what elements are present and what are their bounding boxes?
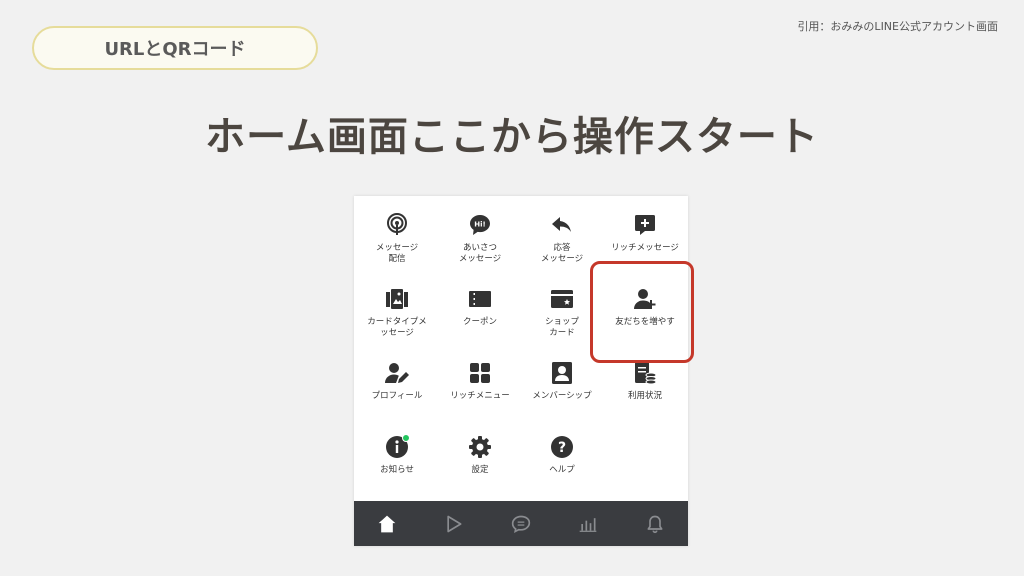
notification-dot <box>402 434 410 442</box>
topic-badge: URLとQRコード <box>32 26 318 70</box>
menu-item-label: お知らせ <box>380 465 414 475</box>
menu-item-rich-menu[interactable]: リッチメニュー <box>439 344 521 416</box>
broadcast-icon <box>384 212 410 238</box>
help-icon: ? <box>549 434 575 460</box>
tab-home[interactable] <box>367 504 407 544</box>
info-icon <box>384 434 410 460</box>
svg-text:Hi!: Hi! <box>474 221 485 229</box>
settings-gear-icon <box>467 434 493 460</box>
membership-icon <box>549 360 575 386</box>
rich-menu-icon <box>467 360 493 386</box>
chat-icon <box>511 515 531 533</box>
menu-item-greeting[interactable]: Hi! あいさつ メッセージ <box>439 196 521 268</box>
citation-text: 引用：おみみのLINE公式アカウント画面 <box>797 20 998 33</box>
menu-item-rich-message[interactable]: リッチメッセージ <box>604 196 686 268</box>
bottom-tab-bar <box>354 501 688 546</box>
menu-item-label: プロフィール <box>371 391 423 401</box>
menu-item-label: メッセージ 配信 <box>375 243 419 264</box>
menu-item-shop-card[interactable]: ショップ カード <box>521 270 603 342</box>
slide-headline: ホーム画面ここから操作スタート <box>205 114 819 160</box>
shop-card-icon <box>549 286 575 312</box>
menu-item-auto-reply[interactable]: 応答 メッセージ <box>521 196 603 268</box>
add-friend-icon <box>632 286 658 312</box>
menu-item-label: あいさつ メッセージ <box>458 243 502 264</box>
tab-play[interactable] <box>434 504 474 544</box>
greeting-bubble-icon: Hi! <box>467 212 493 238</box>
menu-item-label: リッチメニュー <box>450 391 510 401</box>
menu-item-label: ショップ カード <box>544 317 579 338</box>
menu-item-label: 応答 メッセージ <box>540 243 584 264</box>
menu-item-label: 友だちを増やす <box>615 317 675 327</box>
coupon-icon <box>467 286 493 312</box>
tab-notifications[interactable] <box>635 504 675 544</box>
rich-message-icon <box>632 212 658 238</box>
reply-arrow-icon <box>549 212 575 238</box>
phone-screenshot: メッセージ 配信 Hi! あいさつ メッセージ 応答 メッセージ リッチメッセー… <box>354 196 688 546</box>
menu-item-settings[interactable]: 設定 <box>439 418 521 490</box>
menu-item-label: カードタイプメ ッセージ <box>367 317 427 338</box>
bell-icon <box>647 515 663 533</box>
menu-item-help[interactable]: ? ヘルプ <box>521 418 603 490</box>
menu-item-label: メンバーシップ <box>532 391 592 401</box>
menu-item-label: 設定 <box>471 465 489 475</box>
menu-grid: メッセージ 配信 Hi! あいさつ メッセージ 応答 メッセージ リッチメッセー… <box>354 196 688 501</box>
tab-analytics[interactable] <box>568 504 608 544</box>
home-icon <box>379 515 396 532</box>
tab-chat[interactable] <box>501 504 541 544</box>
menu-item-membership[interactable]: メンバーシップ <box>521 344 603 416</box>
svg-text:?: ? <box>558 440 566 456</box>
menu-item-label: 利用状況 <box>627 391 662 401</box>
menu-item-broadcast[interactable]: メッセージ 配信 <box>356 196 438 268</box>
usage-icon <box>632 360 658 386</box>
profile-edit-icon <box>384 360 410 386</box>
menu-item-usage[interactable]: 利用状況 <box>604 344 686 416</box>
chart-icon <box>579 517 597 532</box>
menu-item-card-message[interactable]: カードタイプメ ッセージ <box>356 270 438 342</box>
menu-item-label: クーポン <box>462 317 497 327</box>
menu-item-coupon[interactable]: クーポン <box>439 270 521 342</box>
menu-item-profile[interactable]: プロフィール <box>356 344 438 416</box>
menu-item-label: リッチメッセージ <box>611 243 679 253</box>
play-icon <box>447 515 462 532</box>
menu-item-label: ヘルプ <box>549 465 575 475</box>
card-type-icon <box>384 286 410 312</box>
topic-badge-label: URLとQRコード <box>104 39 246 60</box>
menu-item-add-friends[interactable]: 友だちを増やす <box>604 270 686 342</box>
menu-item-notices[interactable]: お知らせ <box>356 418 438 490</box>
